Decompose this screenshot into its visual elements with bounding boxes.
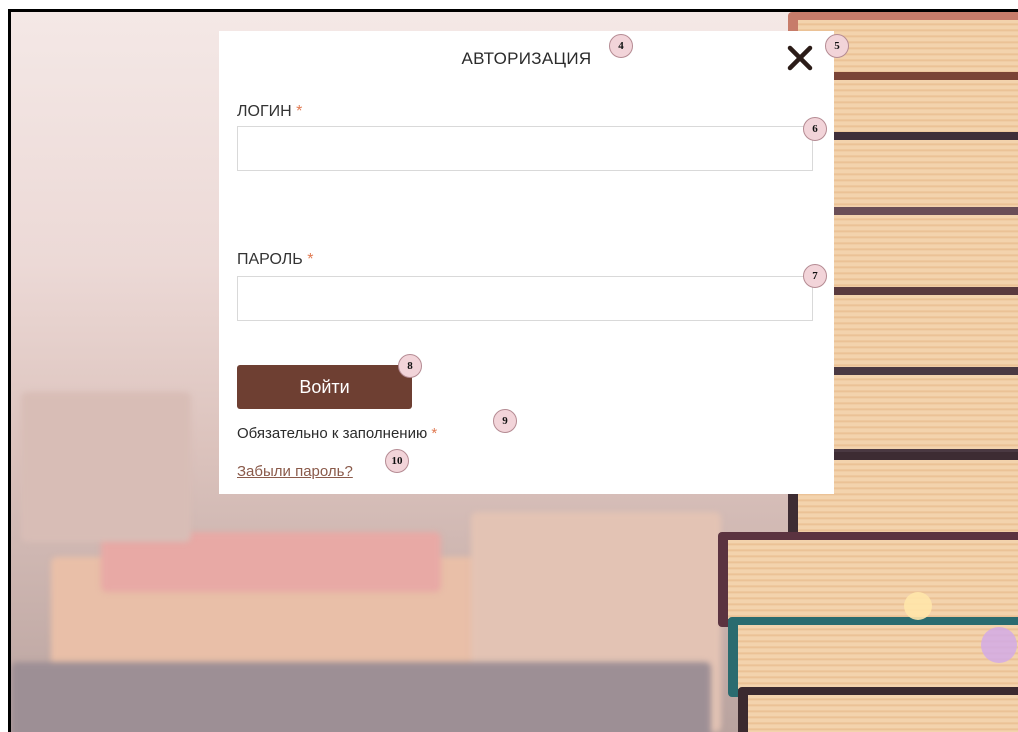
annotation-marker: 5 (825, 34, 849, 58)
password-label: ПАРОЛЬ * (237, 251, 313, 269)
forgot-password-link[interactable]: Забыли пароль? (237, 463, 353, 480)
login-label-text: ЛОГИН (237, 103, 292, 120)
book (738, 687, 1018, 732)
book (813, 287, 1018, 377)
annotation-marker: 9 (493, 409, 517, 433)
annotation-marker: 10 (385, 449, 409, 473)
close-icon[interactable] (785, 43, 815, 73)
required-note: Обязательно к заполнению * (237, 425, 437, 442)
light-spot (904, 592, 932, 620)
required-mark: * (307, 251, 314, 268)
dialog-title: АВТОРИЗАЦИЯ (461, 49, 592, 68)
required-mark: * (296, 103, 303, 120)
login-input[interactable] (237, 126, 813, 171)
book (823, 132, 1018, 217)
login-dialog: АВТОРИЗАЦИЯ ЛОГИН * ПАРОЛЬ * Войти Обяза… (219, 31, 834, 494)
annotation-marker: 4 (609, 34, 633, 58)
login-button[interactable]: Войти (237, 365, 412, 409)
annotation-marker: 8 (398, 354, 422, 378)
background-book (11, 662, 711, 732)
password-input[interactable] (237, 276, 813, 321)
login-label: ЛОГИН * (237, 103, 302, 121)
password-label-text: ПАРОЛЬ (237, 251, 303, 268)
required-mark: * (431, 425, 438, 442)
book (808, 367, 1018, 457)
light-spot (981, 627, 1017, 663)
book (718, 532, 1018, 627)
background-book (21, 392, 191, 542)
annotation-marker: 6 (803, 117, 827, 141)
book (728, 617, 1018, 697)
required-note-text: Обязательно к заполнению (237, 425, 428, 442)
annotation-marker: 7 (803, 264, 827, 288)
